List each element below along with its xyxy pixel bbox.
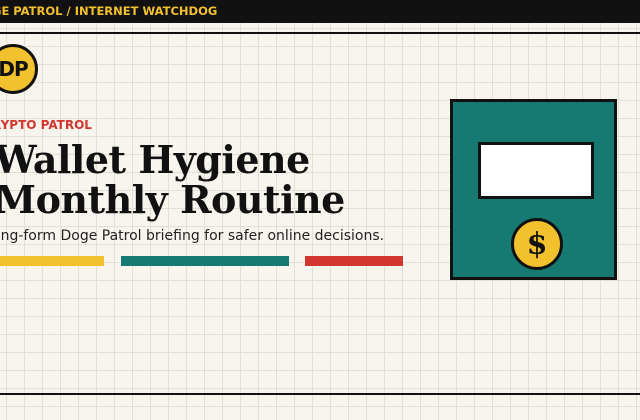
wallet-icon: $ bbox=[450, 99, 617, 280]
accent-bar-yellow bbox=[0, 256, 104, 266]
site-tagline: GE PATROL / INTERNET WATCHDOG bbox=[0, 4, 218, 18]
accent-bar-teal bbox=[121, 256, 289, 266]
bottom-divider bbox=[0, 393, 640, 395]
logo-initials: DP bbox=[0, 57, 29, 81]
coin-icon: $ bbox=[511, 218, 563, 270]
top-banner: GE PATROL / INTERNET WATCHDOG bbox=[0, 0, 640, 23]
title-line-2: Monthly Routine bbox=[0, 177, 345, 222]
accent-bar-red bbox=[305, 256, 403, 266]
coin-symbol: $ bbox=[526, 226, 548, 262]
top-divider bbox=[0, 32, 640, 34]
wallet-screen bbox=[478, 142, 594, 199]
article-title: Wallet Hygiene Monthly Routine bbox=[0, 140, 345, 220]
section-kicker: RYPTO PATROL bbox=[0, 118, 92, 132]
article-subtitle: ong-form Doge Patrol briefing for safer … bbox=[0, 228, 385, 244]
title-line-1: Wallet Hygiene bbox=[0, 137, 310, 182]
logo-badge: DP bbox=[0, 44, 38, 94]
